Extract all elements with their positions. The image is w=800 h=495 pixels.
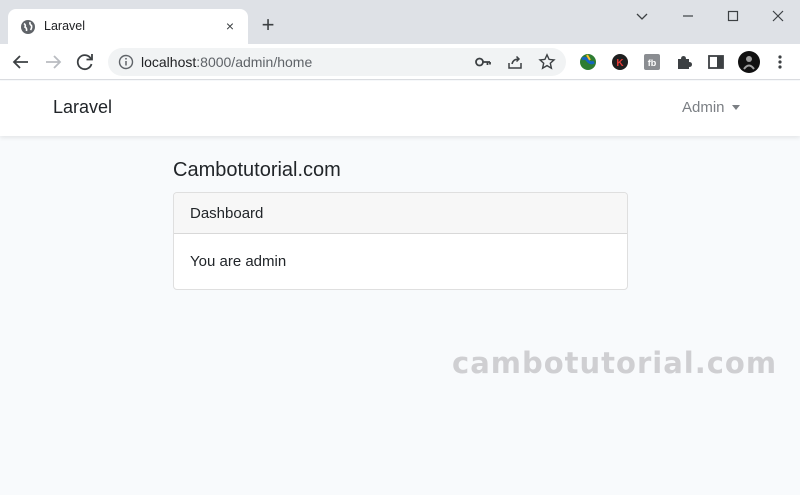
- side-panel-icon[interactable]: [706, 52, 726, 72]
- tab-close-icon[interactable]: ×: [222, 18, 238, 34]
- fb-extension-icon[interactable]: fb: [642, 52, 662, 72]
- globe-icon: [21, 20, 35, 34]
- caret-down-icon: [731, 105, 740, 110]
- brand-link[interactable]: Laravel: [53, 97, 112, 118]
- browser-toolbar: localhost:8000/admin/home K fb: [0, 44, 800, 80]
- svg-text:K: K: [616, 58, 624, 69]
- url-path: :8000/admin/home: [196, 54, 313, 70]
- card-header: Dashboard: [174, 193, 627, 234]
- card-body-text: You are admin: [190, 253, 287, 270]
- forward-arrow-icon[interactable]: [41, 50, 65, 74]
- maximize-button[interactable]: [723, 8, 743, 28]
- url-text: localhost:8000/admin/home: [141, 54, 312, 70]
- admin-user-dropdown[interactable]: Admin: [682, 99, 740, 116]
- share-icon[interactable]: [506, 53, 524, 71]
- dashboard-card: Dashboard You are admin: [173, 192, 628, 290]
- browser-tab-bar: Laravel × +: [0, 0, 800, 44]
- browser-tab[interactable]: Laravel ×: [8, 9, 248, 44]
- globe-extension-icon[interactable]: [578, 52, 598, 72]
- site-info-icon[interactable]: [118, 54, 134, 70]
- puzzle-extensions-icon[interactable]: [674, 52, 694, 72]
- web-page: Laravel Admin Cambotutorial.com Dashboar…: [0, 81, 800, 495]
- card-header-title: Dashboard: [190, 205, 264, 222]
- tab-search-icon[interactable]: [632, 8, 652, 28]
- k-extension-icon[interactable]: K: [610, 52, 630, 72]
- back-arrow-icon[interactable]: [9, 50, 33, 74]
- page-title: Cambotutorial.com: [173, 159, 341, 181]
- admin-user-label: Admin: [682, 99, 725, 116]
- new-tab-button[interactable]: +: [257, 14, 279, 37]
- app-navbar: Laravel Admin: [0, 81, 800, 136]
- profile-avatar[interactable]: [737, 50, 761, 74]
- watermark: cambotutorial.com: [452, 346, 778, 380]
- bookmark-star-icon[interactable]: [538, 53, 556, 71]
- minimize-button[interactable]: [678, 8, 698, 28]
- tab-title: Laravel: [44, 19, 85, 33]
- svg-text:fb: fb: [648, 58, 657, 68]
- menu-kebab-icon[interactable]: [770, 52, 790, 72]
- address-bar[interactable]: localhost:8000/admin/home: [108, 48, 566, 76]
- url-host: localhost: [141, 54, 197, 70]
- close-window-button[interactable]: [768, 8, 788, 28]
- key-icon[interactable]: [474, 53, 492, 71]
- reload-icon[interactable]: [73, 50, 97, 74]
